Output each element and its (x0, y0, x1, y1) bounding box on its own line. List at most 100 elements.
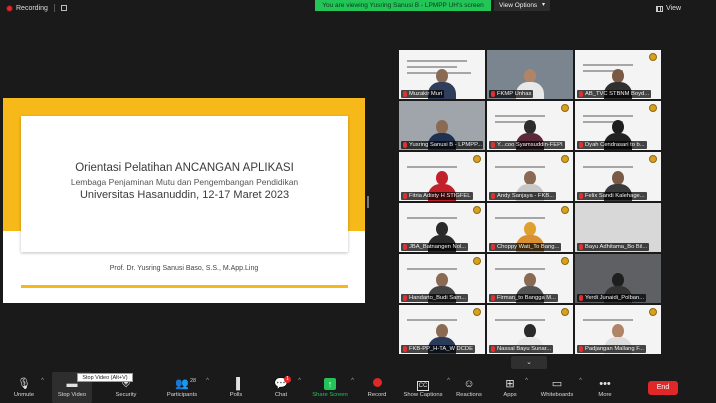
participant-name: Yerdi Junaidi_Polban... (577, 294, 647, 302)
participant-name: Dyah Cendrasari to b... (577, 141, 647, 149)
participant-name: Fitria Adisty H STIGFEL (401, 192, 473, 200)
muted-mic-icon (491, 91, 495, 97)
muted-microphone-icon: 🎙 (17, 378, 31, 390)
participant-name: Handarto_Budi Sam... (401, 294, 469, 302)
more-button[interactable]: ••• More (593, 372, 617, 403)
muted-mic-icon (579, 346, 583, 352)
participant-name: JBA_Batnangen Nol... (401, 243, 469, 251)
polls-button[interactable]: ▐ Polls (222, 372, 250, 403)
chat-unread-badge: 1 (284, 376, 291, 383)
muted-mic-icon (579, 91, 583, 97)
end-meeting-button[interactable]: End (648, 381, 678, 395)
zoom-meeting-window: Recording You are viewing Yusring Sanusi… (0, 0, 716, 403)
share-screen-button[interactable]: ↑ Share Screen ^ (310, 372, 354, 403)
show-captions-button[interactable]: CC Show Captions ^ (400, 372, 451, 403)
participant-name: Andy Sanjaya - FKB... (489, 192, 557, 200)
whiteboards-chevron-icon[interactable]: ^ (579, 378, 582, 384)
share-chevron-icon[interactable]: ^ (351, 378, 354, 384)
participant-tile[interactable]: Felix Sandi Kalehage... (575, 152, 661, 201)
reactions-button[interactable]: ☺ Reactions (454, 372, 484, 403)
view-options-button[interactable]: View Options ▾ (494, 0, 550, 11)
participant-tile[interactable]: Firman_to Bangga M... (487, 254, 573, 303)
record-button[interactable]: Record (362, 372, 392, 403)
participant-name: Choppy Wati_To Bang... (489, 243, 562, 251)
recording-label: Recording (16, 4, 48, 12)
share-arrow-icon: ↑ (324, 378, 336, 390)
participants-button[interactable]: 👥 Participants 28 ^ (163, 372, 209, 403)
participant-tile[interactable]: Padjangan Mallang F... (575, 305, 661, 354)
chevron-down-icon: ▾ (541, 2, 545, 8)
participant-tile[interactable]: Choppy Wati_To Bang... (487, 203, 573, 252)
view-options-label: View Options (499, 2, 538, 9)
participant-tile[interactable]: JBA_Batnangen Nol... (399, 203, 485, 252)
whiteboards-button[interactable]: ▭ Whiteboards ^ (536, 372, 582, 403)
apps-grid-icon: ⊞ (505, 378, 515, 390)
muted-mic-icon (491, 346, 495, 352)
view-button[interactable]: View (656, 5, 681, 12)
muted-mic-icon (491, 295, 495, 301)
muted-mic-icon (491, 142, 495, 148)
chat-button[interactable]: 💬 Chat 1 ^ (267, 372, 301, 403)
participant-name: Padjangan Mallang F... (577, 345, 646, 353)
stop-recording-icon[interactable] (60, 5, 67, 11)
muted-mic-icon (491, 193, 495, 199)
participant-tile[interactable]: Bayu Adhitama_Bo Bil... (575, 203, 661, 252)
recording-dot-icon (6, 4, 13, 12)
stop-video-tooltip: Stop Video (Alt+V) (77, 373, 133, 382)
split-resize-handle[interactable] (367, 196, 369, 208)
participants-chevron-icon[interactable]: ^ (206, 378, 209, 384)
participant-name: FKB-PP_H-TA_W DCDE (401, 345, 475, 353)
participant-tile[interactable]: AB_TVC STBNM Boyd... (575, 50, 661, 99)
smiley-icon: ☺ (463, 378, 475, 390)
participant-name: FKMP Unhas (489, 90, 534, 98)
screen-share-banner: You are viewing Yusring Sanusi B - LPMPP… (315, 0, 491, 11)
muted-mic-icon (403, 244, 407, 250)
unmute-button[interactable]: 🎙 Unmute ^ (8, 372, 44, 403)
muted-mic-icon (403, 295, 407, 301)
muted-mic-icon (403, 193, 407, 199)
participant-tile[interactable]: Muzakir Muri (399, 50, 485, 99)
participants-count: 28 (190, 378, 197, 384)
apps-button[interactable]: ⊞ Apps ^ (498, 372, 528, 403)
participant-name: AB_TVC STBNM Boyd... (577, 90, 652, 98)
grid-view-icon (656, 5, 663, 12)
slide-subtitle: Lembaga Penjaminan Mutu dan Pengembangan… (70, 177, 299, 187)
bar-chart-icon: ▐ (232, 378, 240, 390)
top-bar: Recording You are viewing Yusring Sanusi… (0, 0, 716, 20)
slide-title: Orientasi Pelatihan ANCANGAN APLIKASI (75, 162, 294, 174)
slide-yellow-underline (21, 285, 348, 288)
captions-cc-icon: CC (416, 381, 430, 391)
view-label: View (666, 5, 682, 12)
participant-tile[interactable]: Dyah Cendrasari to b... (575, 101, 661, 150)
participant-name: Yusring Sanusi B - LPMPP... (401, 141, 483, 149)
chat-chevron-icon[interactable]: ^ (298, 378, 301, 384)
apps-chevron-icon[interactable]: ^ (525, 378, 528, 384)
participant-name: Felix Sandi Kalehage... (577, 192, 647, 200)
record-icon (362, 378, 392, 390)
recording-separator (53, 4, 55, 12)
muted-mic-icon (403, 142, 407, 148)
participant-tile[interactable]: Fitria Adisty H STIGFEL (399, 152, 485, 201)
audio-options-chevron-icon[interactable]: ^ (41, 378, 44, 384)
slide-university-date: Universitas Hasanuddin, 12-17 Maret 2023 (79, 189, 290, 201)
gallery-next-page-button[interactable]: ⌄ (511, 356, 547, 369)
captions-chevron-icon[interactable]: ^ (447, 378, 450, 384)
participant-tile[interactable]: Andy Sanjaya - FKB... (487, 152, 573, 201)
participant-tile[interactable]: Y...coo Syamsuddin-FEPI (487, 101, 573, 150)
participant-tile[interactable]: Nassal Bayu Sunar... (487, 305, 573, 354)
slide-presenter: Prof. Dr. Yusring Sanusi Baso, S.S., M.A… (109, 265, 259, 272)
participant-name: Bayu Adhitama_Bo Bil... (577, 243, 650, 251)
participant-tile[interactable]: Yerdi Junaidi_Polban... (575, 254, 661, 303)
participant-tile[interactable]: FKMP Unhas (487, 50, 573, 99)
participant-tile[interactable]: Handarto_Budi Sam... (399, 254, 485, 303)
muted-mic-icon (579, 295, 583, 301)
participant-tile[interactable]: FKB-PP_H-TA_W DCDE (399, 305, 485, 354)
participant-name: Firman_to Bangga M... (489, 294, 558, 302)
muted-mic-icon (579, 244, 583, 250)
shared-screen-slide: Orientasi Pelatihan ANCANGAN APLIKASI Le… (3, 98, 365, 303)
more-dots-icon: ••• (599, 378, 611, 390)
recording-indicator[interactable]: Recording (6, 4, 67, 12)
participant-tile-active-speaker[interactable]: Yusring Sanusi B - LPMPP... (399, 101, 485, 150)
slide-title-card: Orientasi Pelatihan ANCANGAN APLIKASI Le… (21, 116, 348, 252)
muted-mic-icon (403, 91, 407, 97)
